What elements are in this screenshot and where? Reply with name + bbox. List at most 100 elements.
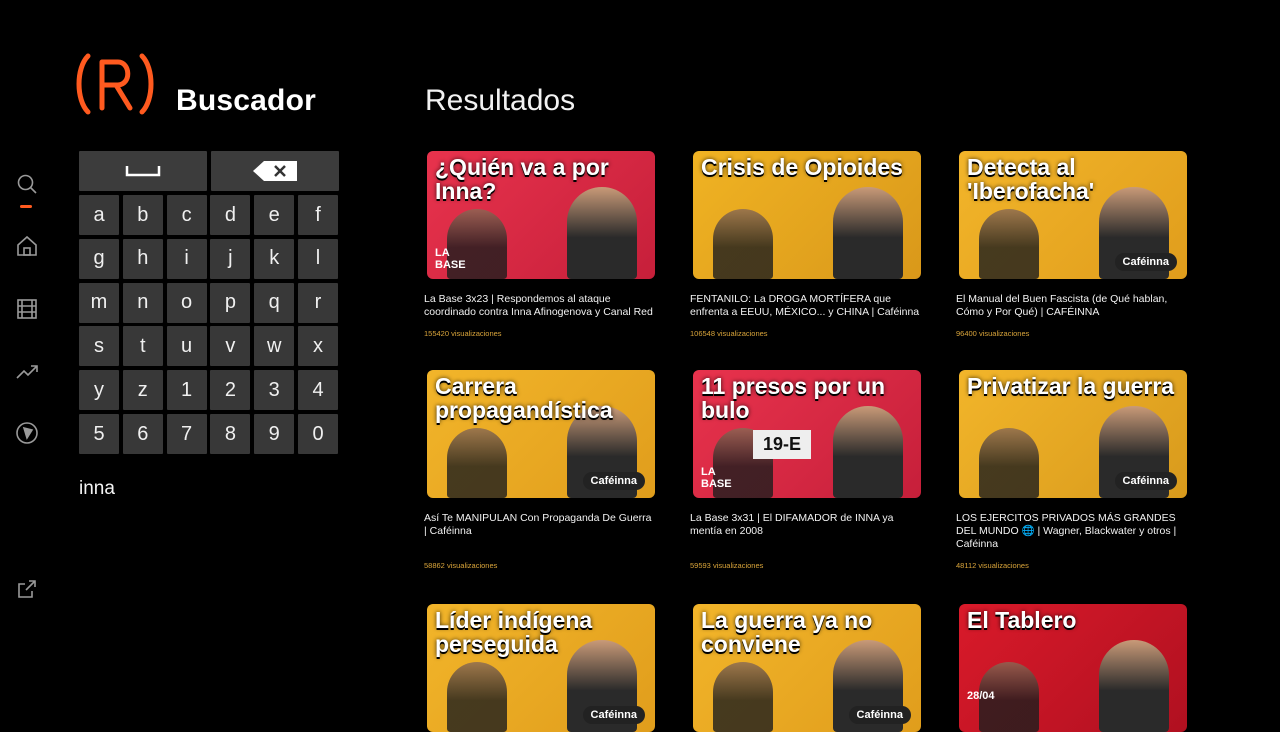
video-thumbnail[interactable]: 11 presos por un bulo LA BASE 19-E	[693, 370, 921, 498]
key-5[interactable]: 5	[79, 414, 119, 454]
key-u[interactable]: u	[166, 326, 207, 367]
on-screen-keyboard: abcdef ghijkl mnopqr stuvwx yz1234 567890	[79, 151, 341, 455]
key-l[interactable]: l	[298, 238, 338, 279]
key-z[interactable]: z	[122, 370, 163, 411]
thumbnail-badge: LA BASE	[701, 466, 732, 490]
key-f[interactable]: f	[298, 195, 338, 235]
result-card[interactable]: Carrera propagandística Caféinna Así Te MA…	[424, 370, 656, 570]
key-7[interactable]: 7	[166, 414, 207, 454]
key-2[interactable]: 2	[210, 370, 251, 411]
thumbnail-caption: Carrera propagandística	[435, 373, 613, 423]
key-p[interactable]: p	[210, 282, 251, 323]
view-count: 96400 visualizaciones	[956, 329, 1030, 338]
key-a[interactable]: a	[79, 195, 119, 235]
thumbnail-person	[713, 662, 773, 732]
backspace-key[interactable]	[211, 151, 339, 191]
view-count: 58862 visualizaciones	[424, 561, 498, 570]
search-icon	[17, 174, 37, 194]
app-logo	[74, 52, 156, 116]
key-4[interactable]: 4	[298, 370, 338, 411]
result-card[interactable]: ¿Quién va a por Inna? LA BASE La Base 3x23…	[424, 151, 656, 338]
thumbnail-person	[1099, 640, 1169, 732]
result-card[interactable]: El Tablero 28/04	[956, 604, 1188, 732]
result-card[interactable]: Detecta al 'Iberofacha' Caféinna El Manual…	[956, 151, 1188, 338]
key-i[interactable]: i	[166, 238, 207, 279]
thumbnail-badge: Caféinna	[1114, 472, 1177, 490]
key-b[interactable]: b	[122, 195, 163, 235]
key-3[interactable]: 3	[254, 370, 295, 411]
video-thumbnail[interactable]: Carrera propagandística Caféinna	[427, 370, 655, 498]
key-m[interactable]: m	[79, 282, 119, 323]
key-6[interactable]: 6	[122, 414, 163, 454]
video-title[interactable]: LOS EJERCITOS PRIVADOS MÁS GRANDES DEL M…	[956, 512, 1188, 551]
result-card[interactable]: Líder indígena perseguida Caféinna	[424, 604, 656, 732]
thumbnail-person	[979, 428, 1039, 498]
key-1[interactable]: 1	[166, 370, 207, 411]
nav-search[interactable]	[12, 169, 42, 199]
video-title[interactable]: Así Te MANIPULAN Con Propaganda De Guerr…	[424, 512, 656, 538]
key-o[interactable]: o	[166, 282, 207, 323]
thumbnail-caption: 11 presos por un bulo	[701, 373, 886, 423]
nav-explore[interactable]	[12, 418, 42, 448]
thumbnail-badge: Caféinna	[582, 706, 645, 724]
video-thumbnail[interactable]: Crisis de Opioides	[693, 151, 921, 279]
nav-trending[interactable]	[12, 356, 42, 386]
key-8[interactable]: 8	[210, 414, 251, 454]
video-thumbnail[interactable]: La guerra ya no conviene Caféinna	[693, 604, 921, 732]
nav-external[interactable]	[12, 574, 42, 604]
thumbnail-caption: Crisis de Opioides	[701, 154, 903, 180]
key-0[interactable]: 0	[298, 414, 338, 454]
video-title[interactable]: FENTANILO: La DROGA MORTÍFERA que enfren…	[690, 293, 922, 319]
nav-home[interactable]	[12, 231, 42, 261]
key-c[interactable]: c	[166, 195, 207, 235]
thumbnail-person	[833, 187, 903, 279]
key-y[interactable]: y	[79, 370, 119, 411]
thumbnail-badge: 28/04	[967, 690, 995, 702]
key-e[interactable]: e	[254, 195, 295, 235]
film-icon	[17, 299, 37, 319]
result-card[interactable]: 11 presos por un bulo LA BASE 19-E La Base …	[690, 370, 922, 570]
thumbnail-caption: Privatizar la guerra	[967, 373, 1175, 399]
home-icon	[17, 235, 37, 256]
explore-icon	[16, 422, 38, 444]
thumbnail-badge: Caféinna	[848, 706, 911, 724]
key-9[interactable]: 9	[254, 414, 295, 454]
key-g[interactable]: g	[79, 238, 119, 279]
result-card[interactable]: La guerra ya no conviene Caféinna	[690, 604, 922, 732]
thumbnail-subcaption: 19-E	[753, 430, 812, 459]
result-card[interactable]: Privatizar la guerra Caféinna LOS EJERCITO…	[956, 370, 1188, 570]
trending-icon	[16, 365, 38, 379]
key-d[interactable]: d	[210, 195, 251, 235]
key-v[interactable]: v	[210, 326, 251, 367]
backspace-icon	[253, 161, 297, 181]
view-count: 48112 visualizaciones	[956, 561, 1029, 570]
key-t[interactable]: t	[122, 326, 163, 367]
video-thumbnail[interactable]: Detecta al 'Iberofacha' Caféinna	[959, 151, 1187, 279]
key-r[interactable]: r	[298, 282, 338, 323]
nav-videos[interactable]	[12, 294, 42, 324]
video-title[interactable]: La Base 3x31 | El DIFAMADOR de INNA ya m…	[690, 512, 922, 538]
key-h[interactable]: h	[122, 238, 163, 279]
result-card[interactable]: Crisis de Opioides FENTANILO: La DROGA MO…	[690, 151, 922, 338]
key-j[interactable]: j	[210, 238, 251, 279]
video-thumbnail[interactable]: El Tablero 28/04	[959, 604, 1187, 732]
key-q[interactable]: q	[254, 282, 295, 323]
thumbnail-caption: ¿Quién va a por Inna?	[435, 154, 609, 204]
key-s[interactable]: s	[79, 326, 119, 367]
thumbnail-badge: Caféinna	[582, 472, 645, 490]
video-thumbnail[interactable]: Privatizar la guerra Caféinna	[959, 370, 1187, 498]
sidebar	[0, 0, 60, 720]
space-key[interactable]	[79, 151, 207, 191]
key-n[interactable]: n	[122, 282, 163, 323]
thumbnail-person	[713, 209, 773, 279]
active-indicator	[20, 205, 32, 208]
video-title[interactable]: El Manual del Buen Fascista (de Qué habl…	[956, 293, 1188, 319]
view-count: 106548 visualizaciones	[690, 329, 768, 338]
video-title[interactable]: La Base 3x23 | Respondemos al ataque coo…	[424, 293, 656, 319]
key-k[interactable]: k	[254, 238, 295, 279]
video-thumbnail[interactable]: Líder indígena perseguida Caféinna	[427, 604, 655, 732]
thumbnail-caption: Líder indígena perseguida	[435, 607, 593, 657]
video-thumbnail[interactable]: ¿Quién va a por Inna? LA BASE	[427, 151, 655, 279]
key-w[interactable]: w	[254, 326, 295, 367]
key-x[interactable]: x	[298, 326, 338, 367]
